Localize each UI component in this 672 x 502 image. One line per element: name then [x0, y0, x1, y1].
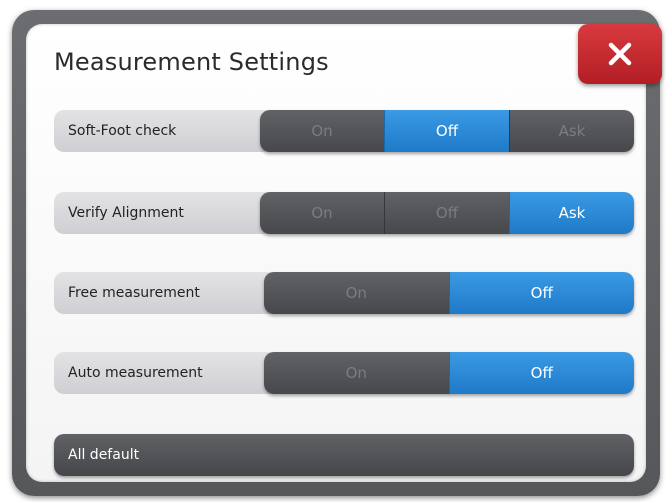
- setting-row-auto-measurement: Auto measurement On Off: [54, 352, 634, 394]
- close-button[interactable]: [578, 24, 662, 84]
- soft-foot-check-segmented-control: On Off Ask: [260, 110, 634, 152]
- soft-foot-check-off-option[interactable]: Off: [384, 110, 509, 152]
- soft-foot-check-on-option[interactable]: On: [260, 110, 384, 152]
- setting-label: Free measurement: [54, 272, 284, 314]
- close-icon: [608, 42, 632, 66]
- measurement-settings-panel: Measurement Settings Soft-Foot check On …: [26, 24, 662, 482]
- free-measurement-on-option[interactable]: On: [264, 272, 449, 314]
- setting-row-soft-foot-check: Soft-Foot check On Off Ask: [54, 110, 634, 152]
- dialog-frame: Measurement Settings Soft-Foot check On …: [12, 10, 662, 496]
- auto-measurement-on-option[interactable]: On: [264, 352, 449, 394]
- setting-label: Soft-Foot check: [54, 110, 284, 152]
- free-measurement-off-option[interactable]: Off: [448, 272, 634, 314]
- all-default-button[interactable]: All default: [54, 434, 634, 476]
- setting-label: Auto measurement: [54, 352, 284, 394]
- setting-row-free-measurement: Free measurement On Off: [54, 272, 634, 314]
- setting-label: Verify Alignment: [54, 192, 284, 234]
- verify-alignment-off-option[interactable]: Off: [384, 192, 509, 234]
- setting-row-verify-alignment: Verify Alignment On Off Ask: [54, 192, 634, 234]
- free-measurement-segmented-control: On Off: [264, 272, 634, 314]
- verify-alignment-ask-option[interactable]: Ask: [509, 192, 634, 234]
- auto-measurement-segmented-control: On Off: [264, 352, 634, 394]
- verify-alignment-on-option[interactable]: On: [260, 192, 384, 234]
- auto-measurement-off-option[interactable]: Off: [448, 352, 634, 394]
- soft-foot-check-ask-option[interactable]: Ask: [509, 110, 634, 152]
- verify-alignment-segmented-control: On Off Ask: [260, 192, 634, 234]
- dialog-title: Measurement Settings: [54, 48, 329, 76]
